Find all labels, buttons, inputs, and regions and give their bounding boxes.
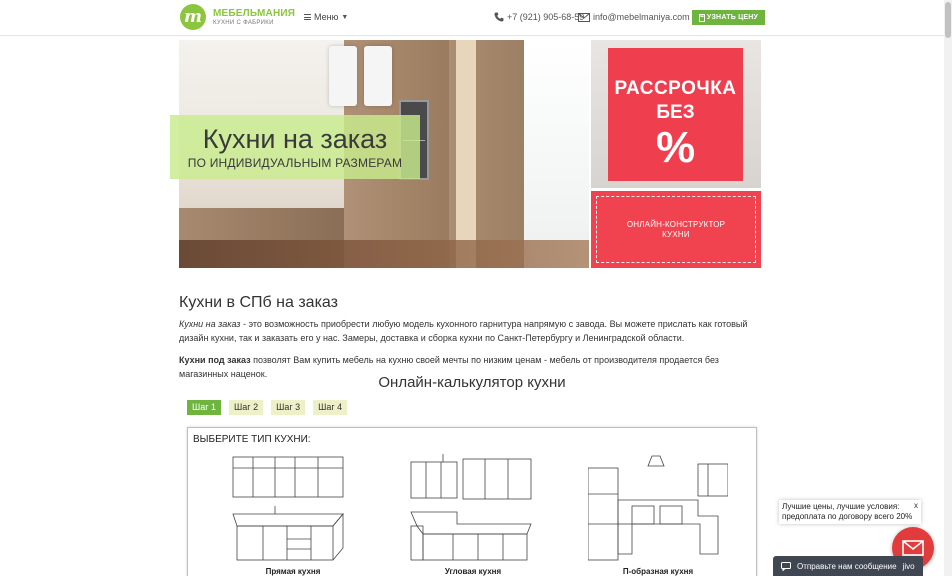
constructor-label-line1: ОНЛАЙН-КОНСТРУКТОР <box>626 219 726 229</box>
step-4-tab[interactable]: Шаг 4 <box>313 400 348 415</box>
step-2-tab[interactable]: Шаг 2 <box>229 400 264 415</box>
straight-kitchen-label: Прямая кухня <box>265 567 321 576</box>
get-price-button[interactable]: УЗНАТЬ ЦЕНУ <box>692 10 765 25</box>
straight-kitchen-option[interactable]: Прямая кухня <box>223 454 363 576</box>
step-1-tab[interactable]: Шаг 1 <box>187 400 222 415</box>
constructor-label-line2: КУХНИ <box>662 229 690 239</box>
close-icon[interactable]: x <box>914 501 918 511</box>
chat-bar[interactable]: Отправьте нам сообщение jivo <box>773 556 923 576</box>
envelope-icon <box>902 540 924 556</box>
promo-line1: РАССРОЧКА <box>614 78 737 99</box>
phone-number: +7 (921) 905-68-59 <box>507 12 585 22</box>
logo-name: МЕБЕЛЬМАНИЯ <box>213 8 296 19</box>
calculator-title: Онлайн-калькулятор кухни <box>378 374 566 391</box>
logo-tagline: КУХНИ С ФАБРИКИ <box>213 20 274 26</box>
menu-toggle[interactable]: Меню ▼ <box>304 12 348 22</box>
chat-notice[interactable]: Лучшие цены, лучшие условия: предоплата … <box>779 500 921 524</box>
hamburger-icon <box>304 14 311 20</box>
calculator-panel: ВЫБЕРИТЕ ТИП КУХНИ: Прямая кухня Угловая… <box>187 427 757 576</box>
kitchen-constructor-button[interactable]: ОНЛАЙН-КОНСТРУКТОР КУХНИ <box>591 191 761 268</box>
u-shaped-kitchen-label: П-образная кухня <box>622 567 694 576</box>
jivo-logo: jivo <box>902 561 915 571</box>
menu-label: Меню <box>314 12 339 22</box>
intro-emphasis: Кухни на заказ <box>179 319 241 329</box>
page-heading: Кухни в СПб на заказ <box>179 294 338 311</box>
kitchen-type-question: ВЫБЕРИТЕ ТИП КУХНИ: <box>193 434 311 445</box>
logo[interactable]: m МЕБЕЛЬМАНИЯ КУХНИ С ФАБРИКИ <box>180 4 295 30</box>
step-3-tab[interactable]: Шаг 3 <box>271 400 306 415</box>
page: m МЕБЕЛЬМАНИЯ КУХНИ С ФАБРИКИ Меню ▼ +7 … <box>0 0 952 576</box>
email-address: info@mebelmaniya.com <box>593 12 690 22</box>
corner-kitchen-option[interactable]: Угловая кухня <box>403 454 543 576</box>
chat-bar-text: Отправьте нам сообщение <box>797 561 897 571</box>
intro-paragraph: Кухни на заказ - это возможность приобре… <box>179 319 748 343</box>
corner-kitchen-drawing <box>410 454 532 561</box>
promo-line2: БЕЗ <box>656 102 695 123</box>
envelope-icon <box>578 12 590 22</box>
logo-mark: m <box>180 4 206 30</box>
hero-subtitle: ПО ИНДИВИДУАЛЬНЫМ РАЗМЕРАМ <box>187 156 403 170</box>
straight-kitchen-drawing <box>232 456 344 561</box>
scroll-thumb[interactable] <box>945 2 951 38</box>
u-shaped-kitchen-drawing <box>588 455 728 561</box>
corner-kitchen-label: Угловая кухня <box>444 567 502 576</box>
chevron-down-icon: ▼ <box>341 13 349 21</box>
calculator-icon <box>698 13 705 22</box>
email-link[interactable]: info@mebelmaniya.com <box>578 12 690 22</box>
hero-caption: Кухни на заказ ПО ИНДИВИДУАЛЬНЫМ РАЗМЕРА… <box>170 115 420 179</box>
installment-promo[interactable]: РАССРОЧКА БЕЗ % <box>591 40 761 188</box>
phone-link[interactable]: +7 (921) 905-68-59 <box>494 12 584 22</box>
phone-icon <box>494 12 504 22</box>
hero-title: Кухни на заказ <box>202 124 388 154</box>
page-scrollbar[interactable] <box>944 0 952 576</box>
percent-icon: % <box>655 123 696 172</box>
chat-notice-text: Лучшие цены, лучшие условия: предоплата … <box>782 502 913 521</box>
site-header: m МЕБЕЛЬМАНИЯ КУХНИ С ФАБРИКИ Меню ▼ +7 … <box>0 0 944 36</box>
calculator-steps: Шаг 1 Шаг 2 Шаг 3 Шаг 4 <box>187 400 348 415</box>
second-strong: Кухни под заказ <box>179 355 251 365</box>
u-shaped-kitchen-option[interactable]: П-образная кухня <box>588 454 728 576</box>
chat-bubble-icon <box>781 561 791 571</box>
